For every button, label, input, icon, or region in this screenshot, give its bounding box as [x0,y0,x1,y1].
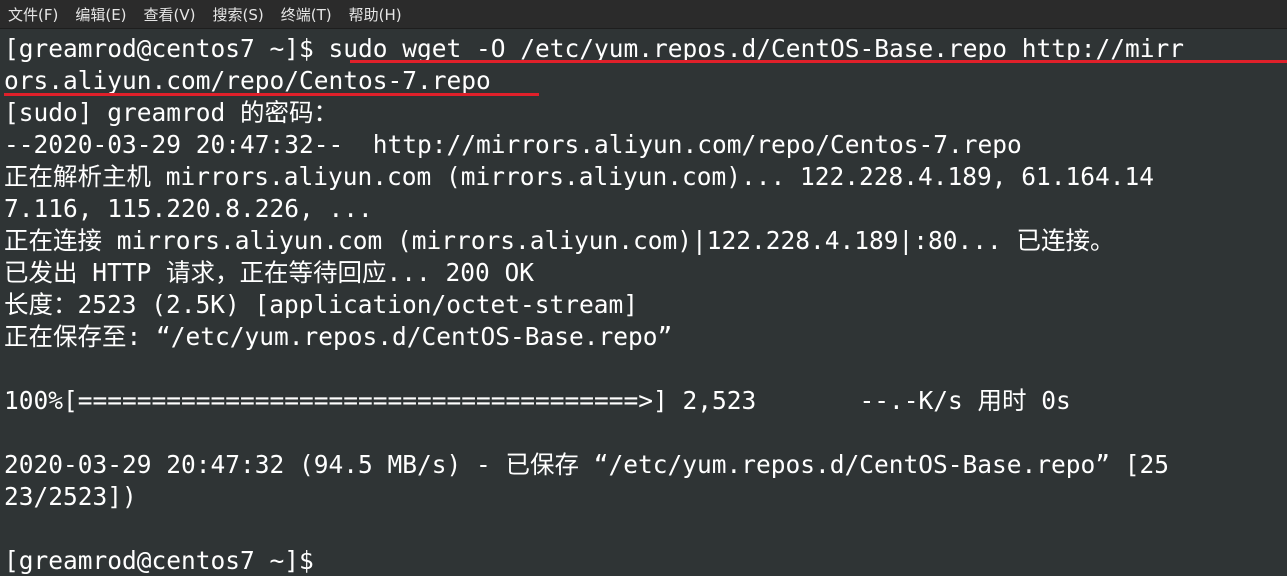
shell-prompt: [greamrod@centos7 ~]$ [4,546,329,575]
shell-prompt: [greamrod@centos7 ~]$ [4,34,329,63]
menu-file[interactable]: 文件(F) [8,4,58,25]
menu-view[interactable]: 查看(V) [144,4,196,25]
menu-help[interactable]: 帮助(H) [349,4,402,25]
output-line: 7.116, 115.220.8.226, ... [4,194,373,223]
terminal-output[interactable]: [greamrod@centos7 ~]$ sudo wget -O /etc/… [0,31,1287,576]
command-text: sudo wget -O /etc/yum.repos.d/CentOS-Bas… [328,34,1185,63]
output-line: 正在连接 mirrors.aliyun.com (mirrors.aliyun.… [4,226,1115,255]
output-line: 正在保存至: “/etc/yum.repos.d/CentOS-Base.rep… [4,322,673,351]
menu-search[interactable]: 搜索(S) [213,4,264,25]
output-line: 已发出 HTTP 请求，正在等待回应... 200 OK [4,258,535,287]
command-highlight-underline-2 [4,93,539,96]
current-prompt-line[interactable]: [greamrod@centos7 ~]$ [4,545,345,576]
menubar: 文件(F) 编辑(E) 查看(V) 搜索(S) 终端(T) 帮助(H) [0,0,1287,29]
output-line: --2020-03-29 20:47:32-- http://mirrors.a… [4,130,1022,159]
command-highlight-underline [350,60,1287,63]
menu-edit[interactable]: 编辑(E) [75,4,126,25]
output-line: [sudo] greamrod 的密码： [4,98,339,127]
terminal-window: 文件(F) 编辑(E) 查看(V) 搜索(S) 终端(T) 帮助(H) [gre… [0,0,1287,576]
output-line: 长度：2523 (2.5K) [application/octet-stream… [4,290,639,319]
output-line: 正在解析主机 mirrors.aliyun.com (mirrors.aliyu… [4,162,1155,191]
output-line: 2020-03-29 20:47:32 (94.5 MB/s) - 已保存 “/… [4,450,1170,479]
progress-line: 100%[===================================… [4,386,1071,415]
menu-terminal[interactable]: 终端(T) [281,4,332,25]
output-line: 23/2523]) [4,482,137,511]
